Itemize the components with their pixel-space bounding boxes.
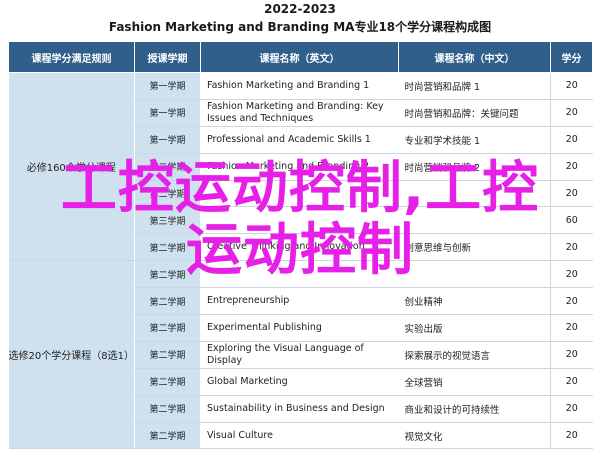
semester-cell: 第二学期	[134, 287, 201, 316]
course-name-en: Visual Culture	[200, 422, 399, 449]
group-label-required: 必修160个学分课程	[8, 72, 135, 262]
semester-cell: 第二学期	[134, 180, 201, 208]
group-label-elective: 选修20个学分课程（8选1）	[8, 260, 135, 449]
course-name-en: Global Marketing	[200, 368, 399, 396]
course-name-zh: 专业和学术技能 1	[398, 126, 551, 154]
credits-cell: 20	[550, 72, 593, 100]
course-name-en: Experimental Publishing	[200, 314, 399, 342]
course-name-en: Fashion Marketing and Branding 1	[200, 72, 399, 100]
column-header-name-zh: 课程名称（中文）	[398, 41, 551, 73]
table-row: 必修160个学分课程 第一学期 Fashion Marketing and Br…	[8, 72, 593, 262]
column-header-rule: 课程学分满足规则	[8, 41, 135, 73]
credits-cell: 20	[550, 395, 593, 423]
course-name-zh: 时尚营销和品牌 1	[398, 72, 551, 100]
credits-cell: 20	[550, 368, 593, 396]
table-header-row: 课程学分满足规则 授课学期 课程名称（英文） 课程名称（中文） 学分	[8, 41, 593, 73]
semester-cell: 第一学期	[134, 126, 201, 154]
semester-cell: 第二学期	[134, 368, 201, 396]
semester-cell: 第三学期	[134, 206, 201, 235]
semester-cell: 第一学期	[134, 72, 201, 100]
page-title: Fashion Marketing and Branding MA专业18个学分…	[108, 20, 492, 34]
course-name-en: Entrepreneurship	[200, 287, 399, 316]
course-name-en: Professional and Academic Skills 1	[200, 126, 399, 154]
credits-cell: 20	[550, 314, 593, 342]
semester-cell: 第二学期	[134, 422, 201, 449]
course-name-zh: 时尚营销和品牌：关键问题	[398, 99, 551, 127]
credits-cell: 20	[550, 153, 593, 181]
credits-cell: 20	[550, 260, 593, 289]
course-name-zh: 创业精神	[398, 287, 551, 316]
course-name-en	[200, 206, 399, 235]
semester-cell: 第二学期	[134, 233, 201, 262]
credits-cell: 20	[550, 287, 593, 316]
credits-cell: 20	[550, 180, 593, 208]
title-year: 2022-2023	[264, 2, 336, 16]
course-name-en	[200, 260, 399, 289]
semester-cell: 第二学期	[134, 395, 201, 423]
column-header-name-en: 课程名称（英文）	[200, 41, 399, 73]
credits-cell: 60	[550, 206, 593, 235]
semester-cell: 第二学期	[134, 314, 201, 342]
semester-cell: 第二学期	[134, 341, 201, 369]
course-name-zh	[398, 206, 551, 235]
course-name-en: Fashion Marketing and Branding: Key Issu…	[200, 99, 399, 127]
course-name-en: Fashion Marketing and Branding 2	[200, 153, 399, 181]
credits-cell: 20	[550, 126, 593, 154]
course-name-zh: 创意思维与创新	[398, 233, 551, 262]
course-name-en: Sustainability in Business and Design	[200, 395, 399, 423]
semester-cell: 第二学期	[134, 153, 201, 181]
credits-cell: 20	[550, 422, 593, 449]
course-name-zh	[398, 260, 551, 289]
course-name-en: Creative Thinking and Innovation	[200, 233, 399, 262]
course-name-en: Exploring the Visual Language of Display	[200, 341, 399, 369]
credits-cell: 20	[550, 99, 593, 127]
course-name-zh: 实验出版	[398, 314, 551, 342]
column-header-credits: 学分	[550, 41, 593, 73]
column-header-semester: 授课学期	[134, 41, 201, 73]
course-table: 课程学分满足规则 授课学期 课程名称（英文） 课程名称（中文） 学分 必修160…	[8, 41, 593, 449]
course-name-zh: 视觉文化	[398, 422, 551, 449]
course-name-zh: 探索展示的视觉语言	[398, 341, 551, 369]
course-name-zh: 商业和设计的可持续性	[398, 395, 551, 423]
credits-cell: 20	[550, 233, 593, 262]
semester-cell: 第二学期	[134, 260, 201, 289]
table-row: 选修20个学分课程（8选1） 第二学期 20	[8, 260, 593, 449]
course-name-zh: 时尚营销和品牌 2	[398, 153, 551, 181]
course-name-zh: 全球营销	[398, 368, 551, 396]
course-name-en	[200, 180, 399, 208]
course-name-zh	[398, 180, 551, 208]
semester-cell: 第一学期	[134, 99, 201, 127]
title-block: 2022-2023 Fashion Marketing and Branding…	[0, 0, 600, 40]
credits-cell: 20	[550, 341, 593, 369]
